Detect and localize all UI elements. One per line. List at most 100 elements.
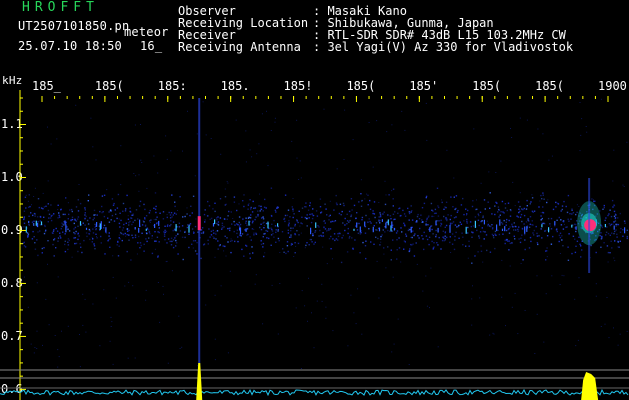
noise-pixel [221, 228, 223, 230]
noise-pixel [60, 228, 62, 230]
noise-pixel [591, 198, 593, 200]
noise-pixel [210, 138, 212, 139]
noise-pixel [507, 202, 510, 204]
noise-pixel [524, 248, 526, 251]
noise-pixel [437, 205, 439, 207]
noise-pixel [27, 236, 29, 238]
noise-pixel [57, 366, 59, 368]
noise-pixel [606, 226, 608, 228]
noise-pixel [134, 234, 137, 236]
noise-pixel [113, 202, 115, 205]
noise-pixel [251, 156, 253, 158]
noise-pixel [189, 223, 192, 225]
noise-pixel [441, 199, 443, 201]
noise-pixel [547, 199, 549, 201]
noise-pixel [159, 321, 161, 323]
noise-pixel [558, 234, 561, 237]
noise-pixel [145, 299, 147, 301]
noise-pixel [342, 202, 345, 205]
noise-pixel [305, 244, 307, 247]
noise-pixel [430, 267, 432, 269]
noise-pixel [265, 222, 268, 225]
carrier-streak [526, 226, 528, 232]
noise-pixel [379, 215, 382, 217]
noise-pixel [250, 239, 252, 241]
noise-pixel [494, 213, 496, 216]
noise-pixel [128, 229, 130, 232]
noise-pixel [626, 237, 628, 240]
noise-pixel [534, 353, 536, 354]
noise-pixel [333, 209, 335, 211]
noise-pixel [36, 239, 38, 241]
noise-pixel [229, 227, 231, 229]
noise-pixel [74, 233, 76, 235]
noise-pixel [204, 221, 206, 223]
noise-pixel [585, 126, 587, 127]
noise-pixel [231, 239, 233, 242]
noise-pixel [405, 235, 408, 237]
noise-pixel [177, 233, 179, 235]
noise-pixel [517, 201, 520, 203]
noise-pixel [297, 222, 299, 223]
noise-pixel [236, 209, 238, 212]
noise-pixel [497, 211, 499, 213]
noise-pixel [523, 223, 525, 225]
noise-pixel [548, 159, 550, 161]
noise-pixel [237, 236, 239, 238]
noise-pixel [613, 149, 615, 151]
noise-pixel [379, 222, 381, 224]
noise-pixel [50, 204, 52, 206]
noise-pixel [171, 194, 173, 196]
noise-pixel [140, 159, 142, 161]
noise-pixel [619, 240, 621, 242]
noise-pixel [483, 238, 485, 240]
noise-pixel [164, 231, 166, 233]
noise-pixel [178, 226, 181, 228]
noise-pixel [30, 212, 32, 214]
noise-pixel [443, 208, 445, 210]
noise-pixel [128, 281, 130, 283]
noise-pixel [262, 236, 264, 238]
noise-pixel [308, 217, 310, 219]
noise-pixel [504, 242, 506, 245]
noise-pixel [53, 213, 55, 215]
noise-pixel [486, 249, 488, 252]
noise-pixel [47, 240, 49, 242]
noise-pixel [270, 244, 272, 246]
noise-pixel [500, 211, 502, 213]
noise-pixel [28, 206, 30, 208]
noise-pixel [226, 218, 228, 220]
noise-pixel [453, 177, 455, 179]
noise-pixel [212, 208, 214, 210]
noise-pixel [84, 218, 86, 220]
noise-pixel [334, 239, 336, 242]
noise-pixel [518, 238, 520, 240]
noise-pixel [342, 222, 344, 224]
noise-pixel [52, 230, 55, 232]
noise-pixel [305, 206, 307, 208]
noise-pixel [615, 214, 617, 216]
noise-pixel [453, 196, 455, 198]
noise-pixel [260, 205, 262, 208]
noise-pixel [23, 222, 26, 224]
noise-pixel [541, 222, 544, 225]
noise-pixel [306, 225, 308, 227]
noise-pixel [511, 306, 513, 308]
noise-pixel [518, 208, 520, 210]
noise-pixel [74, 242, 76, 245]
noise-pixel [568, 233, 570, 235]
noise-pixel [194, 240, 197, 242]
noise-pixel [599, 234, 601, 237]
noise-pixel [607, 232, 610, 235]
noise-pixel [181, 346, 183, 348]
noise-pixel [391, 190, 393, 192]
noise-pixel [529, 203, 531, 205]
noise-pixel [247, 204, 250, 206]
noise-pixel [148, 229, 150, 231]
noise-pixel [124, 232, 126, 235]
noise-pixel [536, 242, 539, 244]
noise-pixel [266, 230, 269, 232]
noise-pixel [622, 184, 624, 186]
noise-pixel [565, 205, 567, 208]
noise-pixel [576, 240, 579, 242]
